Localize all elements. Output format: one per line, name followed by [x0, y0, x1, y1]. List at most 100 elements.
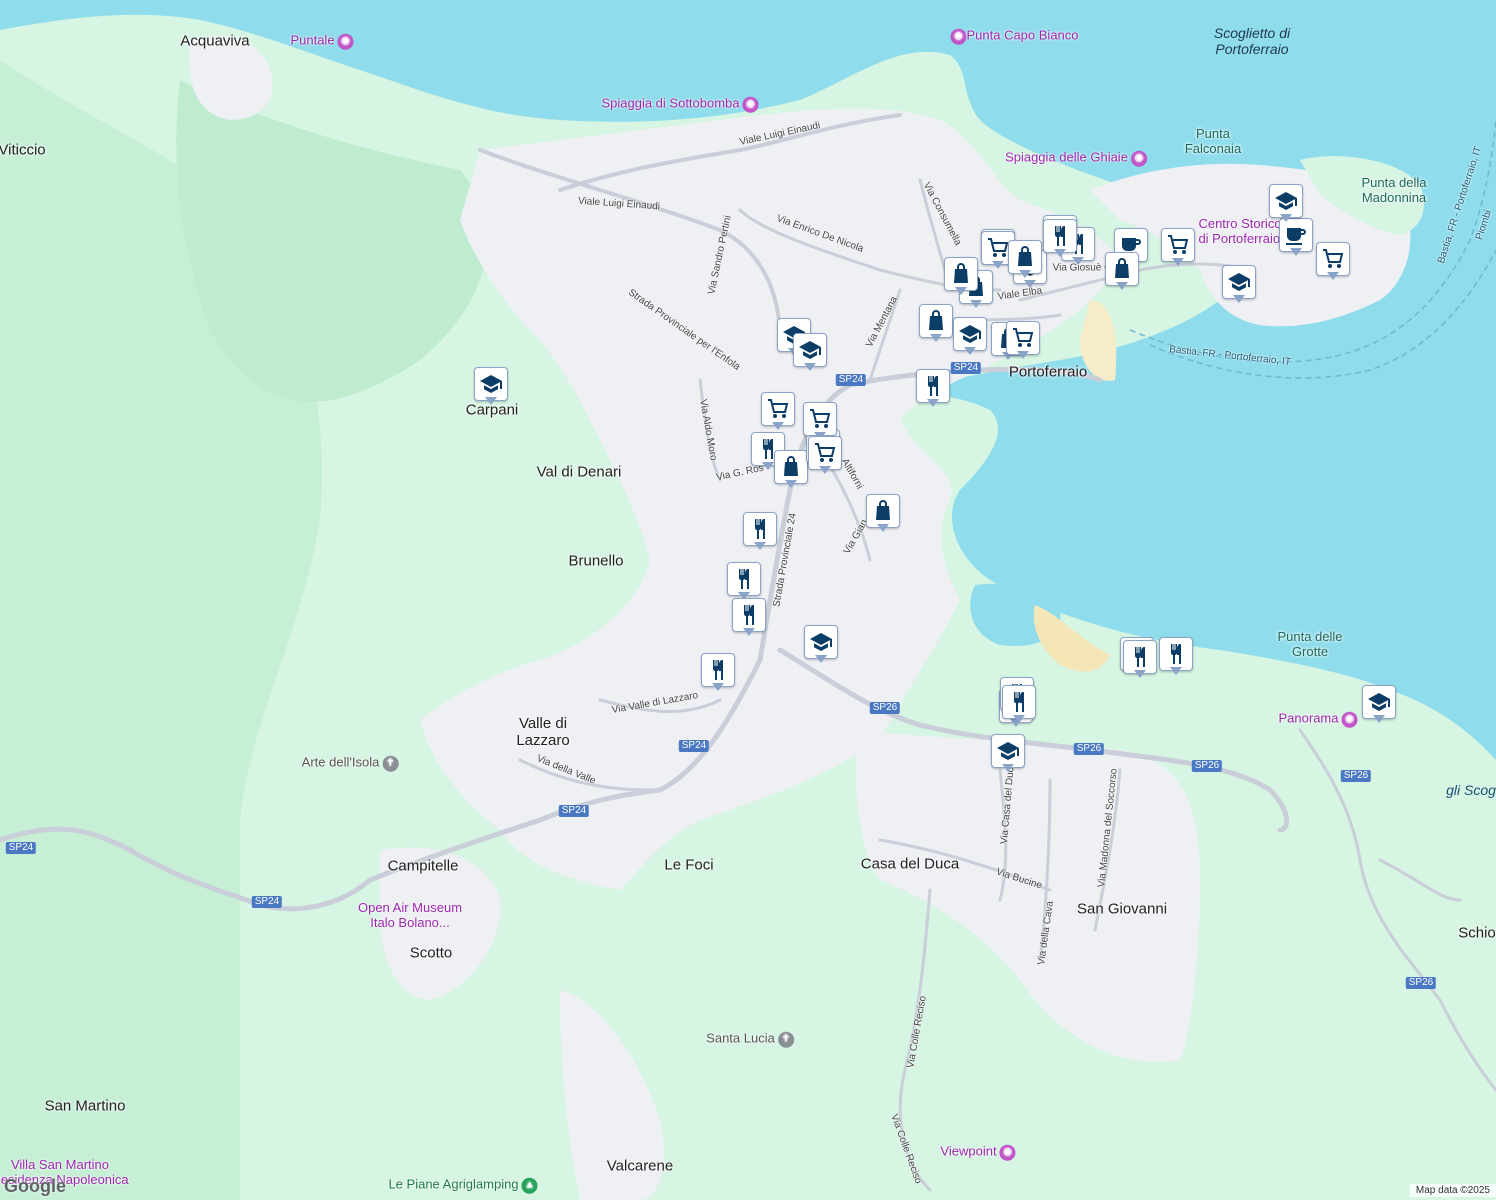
camping-icon: ▲	[521, 1177, 538, 1194]
camera-icon: ◉	[950, 28, 967, 45]
shopping-cart-icon	[768, 399, 789, 418]
poi-panorama[interactable]: Panorama ◉	[1279, 711, 1358, 728]
cafe-marker[interactable]	[1279, 218, 1313, 258]
school-icon	[480, 375, 502, 393]
route-shield: SP24	[251, 896, 283, 908]
coast-label-scoglietto: Scoglietto di Portoferraio	[1213, 25, 1291, 57]
poi-puntale[interactable]: Puntale ◉	[290, 33, 354, 50]
camera-icon: ◉	[1341, 711, 1358, 728]
restaurant-icon	[744, 605, 754, 625]
restaurant-icon	[1171, 644, 1181, 664]
restaurant-icon	[1055, 226, 1065, 246]
shopping-cart-icon	[815, 443, 836, 462]
route-shield: SP26	[1340, 770, 1372, 782]
restaurant-icon	[928, 376, 938, 396]
restaurant-marker[interactable]	[732, 598, 766, 638]
school-icon	[810, 633, 832, 651]
route-shield: SP26	[1073, 743, 1105, 755]
place-label-le-foci: Le Foci	[664, 856, 714, 874]
restaurant-marker[interactable]	[1043, 219, 1077, 259]
place-label-campitelle: Campitelle	[387, 857, 459, 875]
route-shield: SP26	[1191, 760, 1223, 772]
coast-label-punta-grotte: Punta delle Grotte	[1277, 629, 1343, 659]
school-marker[interactable]	[793, 333, 827, 373]
shopping-bag-icon	[876, 500, 890, 520]
restaurant-marker[interactable]	[1159, 637, 1193, 677]
shopping-bag-icon	[954, 263, 968, 283]
church-icon: ✝	[777, 1031, 794, 1048]
route-shield: SP26	[869, 702, 901, 714]
coast-label-punta-falconaia: Punta Falconaia	[1184, 126, 1242, 156]
restaurant-icon	[1014, 692, 1024, 712]
restaurant-icon	[713, 660, 723, 680]
school-icon	[1368, 693, 1390, 711]
school-marker[interactable]	[1362, 685, 1396, 725]
school-marker[interactable]	[1222, 265, 1256, 305]
restaurant-marker[interactable]	[1123, 640, 1157, 680]
poi-spiaggia-sottobomba[interactable]: Spiaggia di Sottobomba ◉	[601, 96, 759, 113]
place-label-val-di-denari: Val di Denari	[536, 463, 622, 481]
shopping-marker[interactable]	[774, 450, 808, 490]
school-marker[interactable]	[1269, 184, 1303, 224]
cart-marker[interactable]	[1316, 242, 1350, 282]
school-icon	[1228, 273, 1250, 291]
poi-open-air-museum[interactable]: Open Air Museum Italo Bolano...	[358, 900, 462, 930]
camera-icon: ◉	[1130, 150, 1147, 167]
route-shield: SP24	[835, 374, 867, 386]
school-icon	[799, 341, 821, 359]
shopping-marker[interactable]	[866, 494, 900, 534]
cart-marker[interactable]	[1161, 228, 1195, 268]
camera-icon: ◉	[337, 33, 354, 50]
school-marker[interactable]	[991, 734, 1025, 774]
cart-marker[interactable]	[761, 392, 795, 432]
restaurant-icon	[739, 569, 749, 589]
place-label-portoferraio: Portoferraio	[1008, 363, 1088, 381]
place-label-san-martino: San Martino	[44, 1097, 126, 1115]
place-label-acquaviva: Acquaviva	[180, 32, 250, 50]
coast-label-gli-scog: gli Scog	[1446, 782, 1496, 798]
shopping-marker[interactable]	[1105, 252, 1139, 292]
map-attribution[interactable]: Map data ©2025	[1409, 1184, 1496, 1197]
poi-santa-lucia[interactable]: Santa Lucia ✝	[706, 1031, 794, 1048]
restaurant-marker[interactable]	[916, 369, 950, 409]
poi-punta-capo-bianco[interactable]: ◉ Punta Capo Bianco	[947, 28, 1079, 45]
restaurant-marker[interactable]	[1002, 685, 1036, 725]
school-marker[interactable]	[804, 625, 838, 665]
shopping-bag-icon	[1115, 258, 1129, 278]
shopping-marker[interactable]	[944, 257, 978, 297]
route-shield: SP24	[558, 805, 590, 817]
coast-label-punta-madonnina: Punta della Madonnina	[1361, 175, 1427, 205]
camera-icon: ◉	[999, 1144, 1016, 1161]
route-shield: SP24	[678, 740, 710, 752]
poi-le-piane[interactable]: Le Piane Agriglamping ▲	[388, 1177, 538, 1194]
cart-marker[interactable]	[808, 436, 842, 476]
place-label-casa-del-duca: Casa del Duca	[860, 855, 960, 873]
place-label-valcarene: Valcarene	[606, 1157, 674, 1175]
place-label-valle-di-lazzaro: Valle di Lazzaro	[516, 715, 570, 749]
shopping-bag-icon	[784, 456, 798, 476]
route-shield: SP26	[1405, 977, 1437, 989]
shopping-marker[interactable]	[919, 304, 953, 344]
place-label-scotto: Scotto	[409, 944, 453, 962]
route-shield: SP24	[950, 362, 982, 374]
shopping-cart-icon	[810, 409, 831, 428]
poi-spiaggia-ghiaie[interactable]: Spiaggia delle Ghiaie ◉	[1005, 150, 1147, 167]
cart-marker[interactable]	[1006, 321, 1040, 361]
place-label-schio: Schio	[1458, 924, 1496, 942]
school-marker[interactable]	[474, 367, 508, 407]
restaurant-marker[interactable]	[727, 562, 761, 602]
google-logo: Google	[4, 1176, 66, 1196]
restaurant-marker[interactable]	[743, 512, 777, 552]
shopping-marker[interactable]	[1008, 240, 1042, 280]
shopping-bag-icon	[1018, 246, 1032, 266]
shopping-cart-icon	[1168, 235, 1189, 254]
place-label-san-giovanni: San Giovanni	[1076, 900, 1168, 918]
camera-icon: ◉	[742, 96, 759, 113]
poi-viewpoint[interactable]: Viewpoint ◉	[940, 1144, 1016, 1161]
poi-arte-dell-isola[interactable]: Arte dell'Isola ✝	[302, 755, 399, 772]
school-icon	[959, 325, 981, 343]
restaurant-icon	[755, 519, 765, 539]
restaurant-marker[interactable]	[701, 653, 735, 693]
school-marker[interactable]	[953, 317, 987, 357]
route-shield: SP24	[5, 842, 37, 854]
